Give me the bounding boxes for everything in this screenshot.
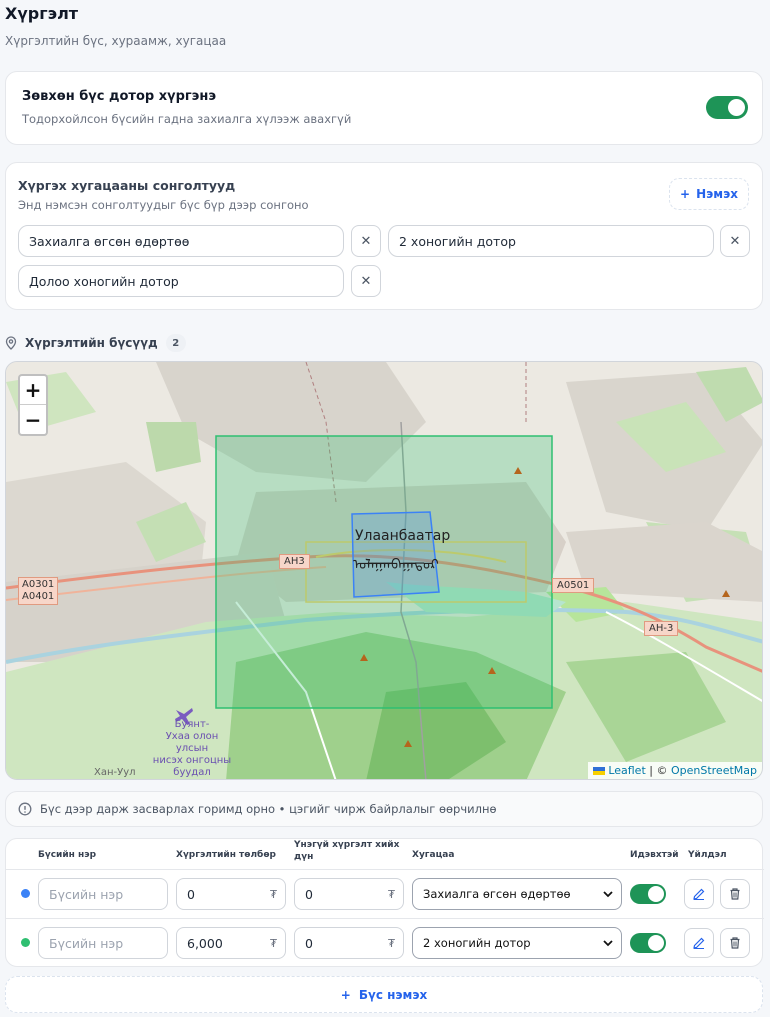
ukraine-flag-icon (592, 767, 605, 775)
remove-time-option-button[interactable]: ✕ (351, 265, 381, 297)
zoom-out-button[interactable]: − (20, 405, 46, 434)
col-header-name: Бүсийн нэр (38, 850, 97, 860)
trash-icon (730, 888, 740, 900)
col-header-time: Хугацаа (412, 850, 455, 860)
delete-zone-button[interactable] (720, 928, 750, 958)
remove-time-option-button[interactable]: ✕ (720, 225, 750, 257)
plus-icon: + (340, 987, 351, 1002)
airport-label: Буянт- Ухаа олон улсын нисэх онгоцны буу… (152, 719, 232, 778)
zone-only-card: Зөвхөн бүс дотор хүргэнэ Тодорхойлсон бү… (5, 71, 763, 145)
zones-table: Бүсийн нэр Хүргэлтийн төлбөр Үнэгүй хүрг… (5, 838, 764, 967)
add-zone-button[interactable]: + Бүс нэмэх (5, 976, 763, 1013)
remove-time-option-button[interactable]: ✕ (351, 225, 381, 257)
zone-color-dot (21, 938, 30, 947)
map-hint: Бүс дээр дарж засварлах горимд орно • цэ… (5, 791, 763, 827)
road-label: АН3 (279, 554, 310, 569)
road-label: A0501 (552, 578, 595, 593)
road-label: АН-3 (644, 621, 679, 636)
currency-icon: ₮ (270, 937, 277, 950)
zones-title: Хүргэлтийн бүсүүд (25, 336, 158, 350)
zone-active-toggle[interactable] (630, 933, 666, 953)
map-hint-text: Бүс дээр дарж засварлах горимд орно • цэ… (40, 802, 497, 816)
zone-only-description: Тодорхойлсон бүсийн гадна захиалга хүлээ… (22, 112, 352, 126)
info-icon (18, 802, 32, 816)
zones-header: Хүргэлтийн бүсүүд 2 (5, 334, 186, 352)
edit-zone-button[interactable] (684, 928, 714, 958)
pencil-icon (693, 937, 705, 949)
attribution-separator: | © (645, 764, 671, 777)
chevron-down-icon (603, 940, 613, 947)
add-time-option-label: Нэмэх (696, 187, 738, 201)
edit-zone-button[interactable] (684, 879, 714, 909)
zone-time-select[interactable]: 2 хоногийн дотор (412, 927, 622, 959)
time-options-card: Хүргэх хугацааны сонголтууд Энд нэмсэн с… (5, 162, 763, 310)
time-option-input[interactable]: Захиалга өгсөн өдөртөө (18, 225, 344, 257)
page-subtitle: Хүргэлтийн бүс, хураамж, хугацаа (5, 34, 227, 48)
zoom-in-button[interactable]: + (20, 376, 46, 405)
pencil-icon (693, 888, 705, 900)
road-label: A0401 (22, 591, 55, 602)
time-option-input[interactable]: Долоо хоногийн дотор (18, 265, 344, 297)
zone-only-title: Зөвхөн бүс дотор хүргэнэ (22, 89, 217, 104)
time-option-input[interactable]: 2 хоногийн дотор (388, 225, 714, 257)
zone-time-select[interactable]: Захиалга өгсөн өдөртөө (412, 878, 622, 910)
time-options-title: Хүргэх хугацааны сонголтууд (18, 178, 236, 193)
zone-free-min-input[interactable]: 0 ₮ (294, 927, 404, 959)
map-pin-icon (5, 336, 17, 350)
zone-color-dot (21, 889, 30, 898)
zone-fee-input[interactable]: 0 ₮ (176, 878, 286, 910)
delivery-map[interactable]: A0301 A0401 АН3 A0501 АН-3 Улаанбаатар ᠤ… (5, 361, 763, 780)
add-time-option-button[interactable]: + Нэмэх (669, 178, 749, 210)
map-attribution: Leaflet | © OpenStreetMap (587, 762, 762, 779)
col-header-actions: Үйлдэл (688, 850, 727, 860)
zone-only-toggle[interactable] (706, 96, 748, 119)
road-label: A0301 (22, 579, 55, 590)
col-header-fee: Хүргэлтийн төлбөр (176, 850, 276, 860)
currency-icon: ₮ (388, 937, 395, 950)
close-icon: ✕ (729, 233, 741, 249)
trash-icon (730, 937, 740, 949)
zoom-control: + − (18, 374, 48, 436)
zone-name-input[interactable]: Бүсийн нэр (38, 927, 168, 959)
zone-fee-input[interactable]: 6,000 ₮ (176, 927, 286, 959)
col-header-active: Идэвхтэй (630, 850, 679, 860)
close-icon: ✕ (360, 233, 372, 249)
zone-name-input[interactable]: Бүсийн нэр (38, 878, 168, 910)
table-row: Бүсийн нэр 6,000 ₮ 0 ₮ 2 хоногийн дотор (6, 919, 762, 967)
zone-active-toggle[interactable] (630, 884, 666, 904)
add-zone-label: Бүс нэмэх (358, 987, 428, 1002)
city-label: Улаанбаатар (355, 528, 451, 544)
plus-icon: + (680, 187, 691, 201)
table-row: Бүсийн нэр 0 ₮ 0 ₮ Захиалга өгсөн өдөртө… (6, 870, 762, 918)
page-title: Хүргэлт (5, 4, 79, 23)
zone-free-min-input[interactable]: 0 ₮ (294, 878, 404, 910)
osm-link[interactable]: OpenStreetMap (671, 764, 757, 777)
zones-count-badge: 2 (165, 334, 186, 352)
delete-zone-button[interactable] (720, 879, 750, 909)
currency-icon: ₮ (270, 888, 277, 901)
close-icon: ✕ (360, 273, 372, 289)
currency-icon: ₮ (388, 888, 395, 901)
chevron-down-icon (603, 891, 613, 898)
col-header-free-min: Үнэгүй хүргэлт хийх дүн (294, 840, 400, 862)
leaflet-link[interactable]: Leaflet (608, 764, 645, 777)
time-options-description: Энд нэмсэн сонголтуудыг бүс бүр дээр сон… (18, 198, 309, 212)
city-label-mongolian-script: ᠤᠯᠠᠭᠠᠨᠪᠠᠭᠠᠲᠤᠷ (353, 557, 439, 573)
district-label: Хан-Уул (94, 767, 136, 778)
